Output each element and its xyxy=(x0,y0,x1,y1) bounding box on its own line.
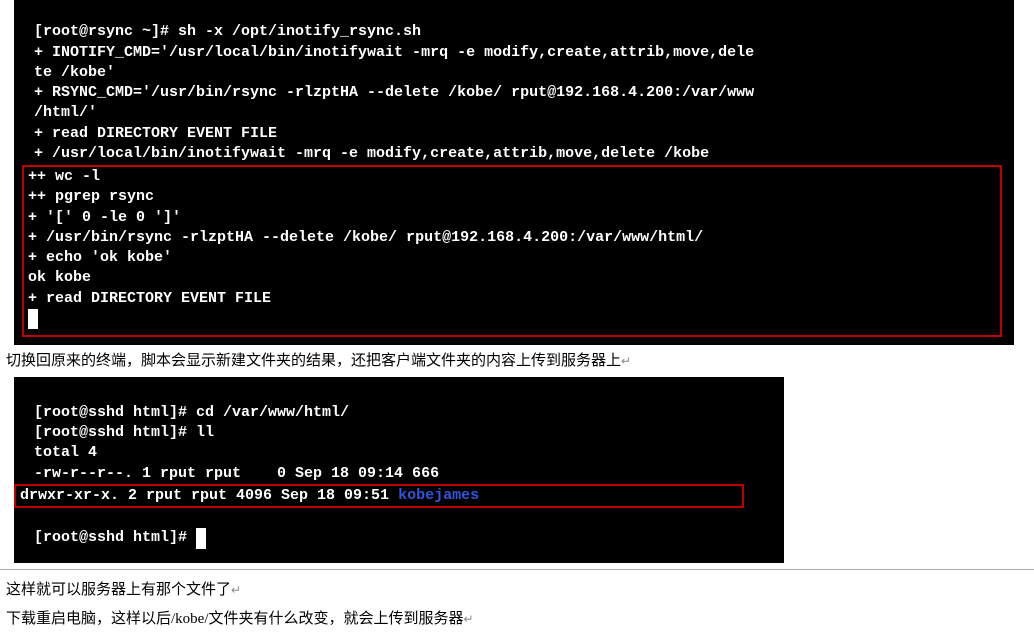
term1-box-line: + read DIRECTORY EVENT FILE xyxy=(28,290,271,307)
term1-box-line: ++ wc -l xyxy=(28,168,100,185)
return-icon: ↵ xyxy=(621,354,631,368)
term1-line: + /usr/local/bin/inotifywait -mrq -e mod… xyxy=(14,145,709,162)
return-icon: ↵ xyxy=(231,583,241,597)
cursor: _ xyxy=(196,528,206,548)
directory-name: kobejames xyxy=(398,487,479,504)
term1-line: /html/' xyxy=(14,104,97,121)
return-icon: ↵ xyxy=(464,612,474,626)
term1-line: + RSYNC_CMD='/usr/bin/rsync -rlzptHA --d… xyxy=(14,84,754,101)
term1-line: + read DIRECTORY EVENT FILE xyxy=(14,125,277,142)
paragraph-2: 这样就可以服务器上有那个文件了↵ xyxy=(6,578,1034,604)
term1-box-line: + '[' 0 -le 0 ']' xyxy=(28,209,181,226)
term1-box-line: ++ pgrep rsync xyxy=(28,188,154,205)
paragraph-3: 下载重启电脑，这样以后/kobe/文件夹有什么改变，就会上传到服务器↵ xyxy=(6,607,1034,633)
term2-line: -rw-r--r--. 1 rput rput 0 Sep 18 09:14 6… xyxy=(14,465,439,482)
term2-prompt: [root@sshd html]# _ xyxy=(14,529,206,546)
divider xyxy=(0,569,1034,570)
term1-line: [root@rsync ~]# sh -x /opt/inotify_rsync… xyxy=(14,23,421,40)
highlight-box-1: ++ wc -l ++ pgrep rsync + '[' 0 -le 0 ']… xyxy=(22,165,1002,337)
term2-line: total 4 xyxy=(14,444,97,461)
term2-box-pre: drwxr-xr-x. 2 rput rput 4096 Sep 18 09:5… xyxy=(20,487,398,504)
highlight-box-2: drwxr-xr-x. 2 rput rput 4096 Sep 18 09:5… xyxy=(14,484,744,508)
paragraph-1: 切换回原来的终端，脚本会显示新建文件夹的结果，还把客户端文件夹的内容上传到服务器… xyxy=(6,349,1034,375)
term1-line: + INOTIFY_CMD='/usr/local/bin/inotifywai… xyxy=(14,44,754,61)
term1-box-line: + /usr/bin/rsync -rlzptHA --delete /kobe… xyxy=(28,229,703,246)
term1-box-line: + echo 'ok kobe' xyxy=(28,249,172,266)
terminal-output-1: [root@rsync ~]# sh -x /opt/inotify_rsync… xyxy=(14,0,1014,345)
term2-line: [root@sshd html]# cd /var/www/html/ xyxy=(14,404,349,421)
term2-line: [root@sshd html]# ll xyxy=(14,424,214,441)
term1-line: te /kobe' xyxy=(14,64,115,81)
term1-box-line: ok kobe xyxy=(28,269,91,286)
cursor: _ xyxy=(28,309,38,329)
terminal-output-2: [root@sshd html]# cd /var/www/html/ [roo… xyxy=(14,377,784,563)
